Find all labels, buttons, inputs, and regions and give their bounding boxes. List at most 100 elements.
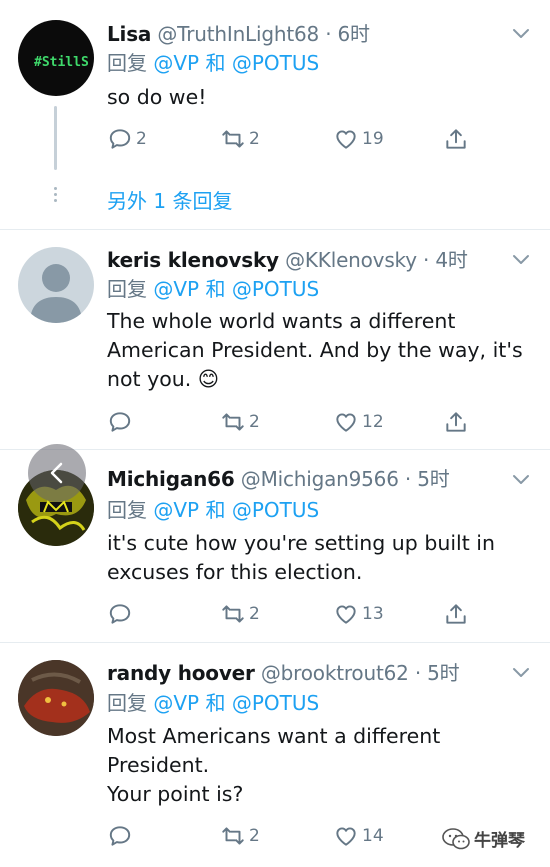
display-name[interactable]: Lisa [107,22,151,46]
avatar[interactable] [18,247,94,323]
tweet-text: The whole world wants a different Americ… [107,309,523,391]
share-icon [446,129,466,149]
timestamp[interactable]: 5时 [427,661,460,685]
avatar-image [18,660,94,736]
separator: · [423,248,430,272]
tweet-text: so do we! [107,85,207,109]
like-button[interactable]: 14 [333,821,384,851]
back-arrow-icon [50,462,63,484]
tweet-header: Lisa @TruthInLight68 · 6时 [107,18,370,47]
like-icon [336,130,356,149]
timestamp[interactable]: 5时 [417,467,450,491]
handle[interactable]: @Michigan9566 [241,467,399,491]
tweet-actions: 2 2 19 [107,124,477,154]
mention-vp[interactable]: @VP [153,498,199,522]
like-count: 14 [362,826,384,846]
mention-potus[interactable]: @POTUS [232,277,319,301]
tweet-header: randy hoover @brooktrout62 · 5时 [107,657,460,686]
like-icon [336,413,356,432]
more-replies-link[interactable]: 另外 1 条回复 [107,185,232,214]
reply-button[interactable] [107,407,136,437]
svg-text:#StillS: #StillS [34,55,89,70]
chevron-down-icon[interactable] [510,22,532,44]
mention-vp[interactable]: @VP [153,277,199,301]
wechat-icon [442,827,470,849]
chevron-down-icon[interactable] [510,468,532,490]
like-icon [336,605,356,624]
tweet-text: it's cute how you're setting up built in… [107,531,495,584]
mention-potus[interactable]: @POTUS [232,51,319,75]
mention-potus[interactable]: @POTUS [232,691,319,715]
mention-conjunction: 和 [205,691,226,715]
timestamp[interactable]: 4时 [435,248,468,272]
mention-potus[interactable]: @POTUS [232,498,319,522]
mention-conjunction: 和 [205,277,226,301]
mention-vp[interactable]: @VP [153,51,199,75]
retweet-button[interactable]: 2 [220,599,260,629]
like-button[interactable]: 13 [333,599,384,629]
like-button[interactable]: 12 [333,407,384,437]
tweet-lisa[interactable]: #StillS Lisa @TruthInLight68 · 6时 回复 @VP… [0,0,550,228]
separator: · [325,22,332,46]
share-button[interactable] [443,124,469,154]
like-button[interactable]: 19 [333,124,384,154]
tweet-header: keris klenovsky @KKlenovsky · 4时 [107,244,468,273]
reply-icon [109,412,131,432]
mention-conjunction: 和 [205,498,226,522]
avatar-image: #StillS [34,55,89,70]
more-replies-dots [52,184,59,205]
watermark-label: 牛弹琴 [474,831,525,851]
thread-line [54,106,57,170]
tweet-keris-klenovsky[interactable]: keris klenovsky @KKlenovsky · 4时 回复 @VP … [0,230,550,449]
tweet-header: Michigan66 @Michigan9566 · 5时 [107,463,450,492]
share-icon [446,604,466,624]
handle[interactable]: @KKlenovsky [285,248,417,272]
retweet-icon [222,413,244,431]
avatar[interactable]: #StillS [18,20,94,96]
tweet-text-line: Your point is? [107,782,244,806]
share-button[interactable] [443,407,469,437]
share-icon [446,412,466,432]
like-icon [336,827,356,846]
reply-button[interactable] [107,599,136,629]
tweet-actions: 2 13 [107,599,477,629]
retweet-button[interactable]: 2 [220,407,260,437]
timestamp[interactable]: 6时 [338,22,371,46]
tweet-actions: 2 14 [107,821,477,851]
reply-prefix: 回复 [107,498,147,522]
tweet-text: Most Americans want a different Presiden… [107,722,532,809]
tweet-text-line: Most Americans want a different [107,724,441,748]
handle[interactable]: @brooktrout62 [261,661,409,685]
avatar[interactable] [18,660,94,736]
chevron-down-icon[interactable] [510,248,532,270]
reply-prefix: 回复 [107,277,147,301]
tweet-actions: 2 12 [107,407,477,437]
retweet-count: 2 [249,826,260,846]
default-avatar-icon [30,264,82,323]
reply-button[interactable] [107,821,136,851]
mention-conjunction: 和 [205,51,226,75]
retweet-count: 2 [249,604,260,624]
reply-icon [109,129,131,149]
retweet-icon [222,130,244,148]
retweet-count: 2 [249,412,260,432]
mention-vp[interactable]: @VP [153,691,199,715]
display-name[interactable]: Michigan66 [107,467,235,491]
handle[interactable]: @TruthInLight68 [157,22,319,46]
reply-context: 回复 @VP 和 @POTUS [107,687,319,716]
reply-context: 回复 @VP 和 @POTUS [107,273,319,302]
retweet-button[interactable]: 2 [220,124,260,154]
separator: · [404,467,412,491]
display-name[interactable]: randy hoover [107,661,255,685]
back-button[interactable] [28,444,86,502]
retweet-button[interactable]: 2 [220,821,260,851]
display-name[interactable]: keris klenovsky [107,248,279,272]
chevron-down-icon[interactable] [510,661,532,683]
reply-count: 2 [136,129,147,149]
share-button[interactable] [443,599,469,629]
watermark: 牛弹琴 [442,826,525,851]
like-count: 12 [362,412,384,432]
reply-button[interactable]: 2 [107,124,147,154]
reply-context: 回复 @VP 和 @POTUS [107,47,319,76]
reply-icon [109,826,131,846]
